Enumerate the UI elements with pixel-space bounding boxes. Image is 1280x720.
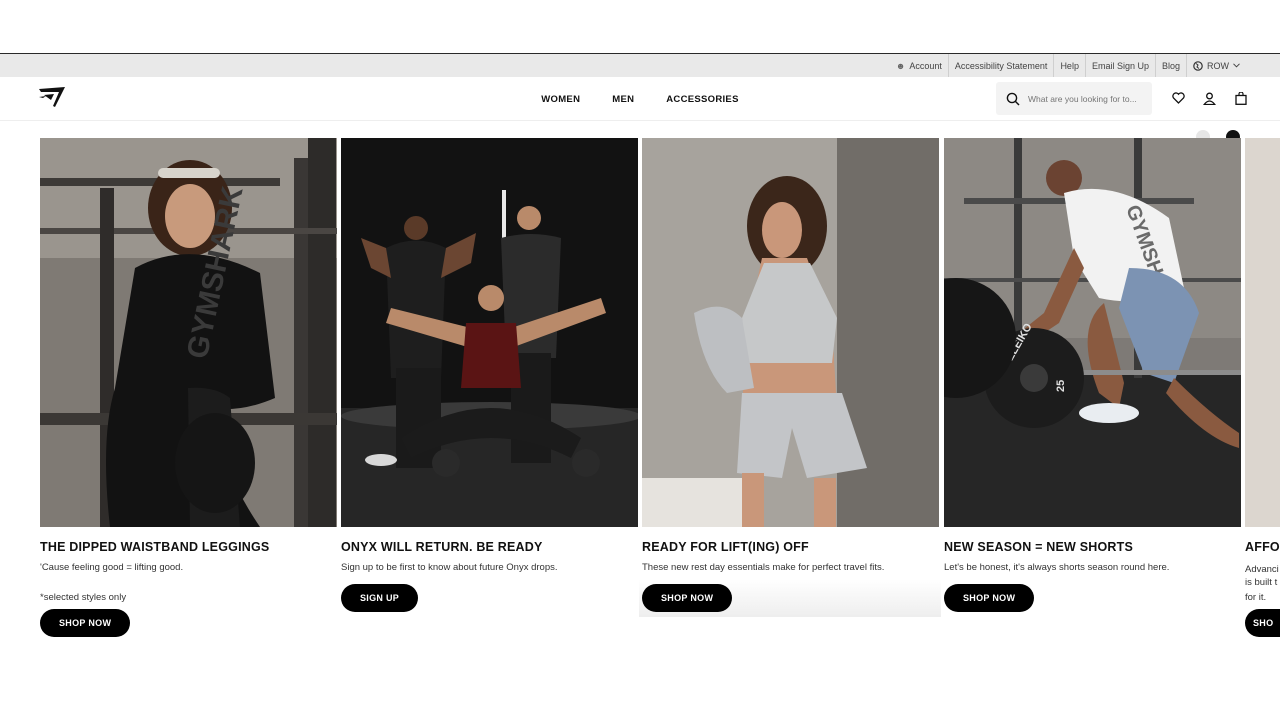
blog-link[interactable]: Blog <box>1156 54 1187 77</box>
region-label: ROW <box>1207 60 1229 71</box>
card-title: ONYX WILL RETURN. BE READY <box>341 540 543 554</box>
bag-icon[interactable] <box>1233 90 1249 106</box>
promo-card-shorts[interactable]: GYMSHARK ELEIKO 25 NEW SEASON = NEW SHOR… <box>944 138 1241 658</box>
region-selector[interactable]: ROW <box>1187 54 1246 77</box>
plate-weight-text: 25 <box>1055 380 1067 392</box>
sign-up-button[interactable]: SIGN UP <box>341 584 419 612</box>
card-subtitle-line-1: Advanci <box>1245 564 1279 575</box>
onyx-photo[interactable] <box>341 138 638 527</box>
promo-card-lift-off[interactable]: READY FOR LIFT(ING) OFF These new rest d… <box>639 138 941 658</box>
card-title: AFFO <box>1245 540 1280 554</box>
partial-photo[interactable] <box>1245 138 1280 527</box>
account-label: Account <box>909 60 942 71</box>
main-header: WOMEN MEN ACCESSORIES <box>0 77 1280 121</box>
wishlist-heart-icon[interactable] <box>1170 90 1186 106</box>
lift-off-photo[interactable] <box>642 138 939 527</box>
promo-card-onyx[interactable]: ONYX WILL RETURN. BE READY Sign up to be… <box>341 138 638 658</box>
user-icon: ☻ <box>895 60 906 71</box>
card-subtitle: Let's be honest, it's always shorts seas… <box>944 562 1170 573</box>
card-subtitle-line-2: is built t <box>1245 577 1278 588</box>
card-subtitle: 'Cause feeling good = lifting good. <box>40 562 184 573</box>
gymshark-logo[interactable] <box>38 86 66 108</box>
shop-now-button[interactable]: SHOP NOW <box>40 609 131 637</box>
email-signup-label: Email Sign Up <box>1091 60 1149 71</box>
nav-men[interactable]: MEN <box>612 94 634 105</box>
accessibility-statement-link[interactable]: Accessibility Statement <box>949 54 1055 77</box>
promo-card-partial[interactable]: AFFO Advanci is built t for it. SHO <box>1245 138 1280 658</box>
account-link[interactable]: ☻ Account <box>890 54 949 77</box>
nav-accessories[interactable]: ACCESSORIES <box>666 94 738 105</box>
shorts-photo[interactable]: GYMSHARK ELEIKO 25 <box>944 138 1241 527</box>
card-subtitle: Sign up to be first to know about future… <box>341 562 558 573</box>
email-signup-link[interactable]: Email Sign Up <box>1086 54 1156 77</box>
card-title: NEW SEASON = NEW SHORTS <box>944 540 1133 554</box>
chevron-down-icon <box>1233 63 1240 68</box>
leggings-photo[interactable]: GYMSHARK <box>40 138 337 527</box>
card-subtitle-line-3: for it. <box>1245 592 1267 603</box>
shop-now-button[interactable]: SHOP NOW <box>642 584 733 612</box>
account-icon[interactable] <box>1201 90 1217 106</box>
shop-now-button[interactable]: SHOP NOW <box>944 584 1035 612</box>
utility-bar: ☻ Account Accessibility Statement Help E… <box>0 54 1280 77</box>
globe-icon <box>1193 60 1203 71</box>
promo-card-leggings[interactable]: GYMSHARK THE DIPPED WAISTBAND LEGGINGS '… <box>40 138 337 658</box>
blog-label: Blog <box>1161 60 1180 71</box>
search-input[interactable] <box>1028 93 1140 104</box>
help-label: Help <box>1060 60 1079 71</box>
card-title: READY FOR LIFT(ING) OFF <box>642 540 809 554</box>
help-link[interactable]: Help <box>1054 54 1086 77</box>
nav-women[interactable]: WOMEN <box>541 94 580 105</box>
search-box[interactable] <box>996 82 1152 115</box>
card-subtitle: These new rest day essentials make for p… <box>642 562 885 573</box>
accessibility-label: Accessibility Statement <box>954 60 1048 71</box>
search-icon <box>1006 92 1020 106</box>
promo-carousel: GYMSHARK THE DIPPED WAISTBAND LEGGINGS '… <box>0 130 1280 658</box>
card-note: *selected styles only <box>40 592 127 603</box>
card-title: THE DIPPED WAISTBAND LEGGINGS <box>40 540 270 554</box>
shop-now-button[interactable]: SHO <box>1245 609 1280 637</box>
browser-viewport: ☻ Account Accessibility Statement Help E… <box>0 53 1280 665</box>
